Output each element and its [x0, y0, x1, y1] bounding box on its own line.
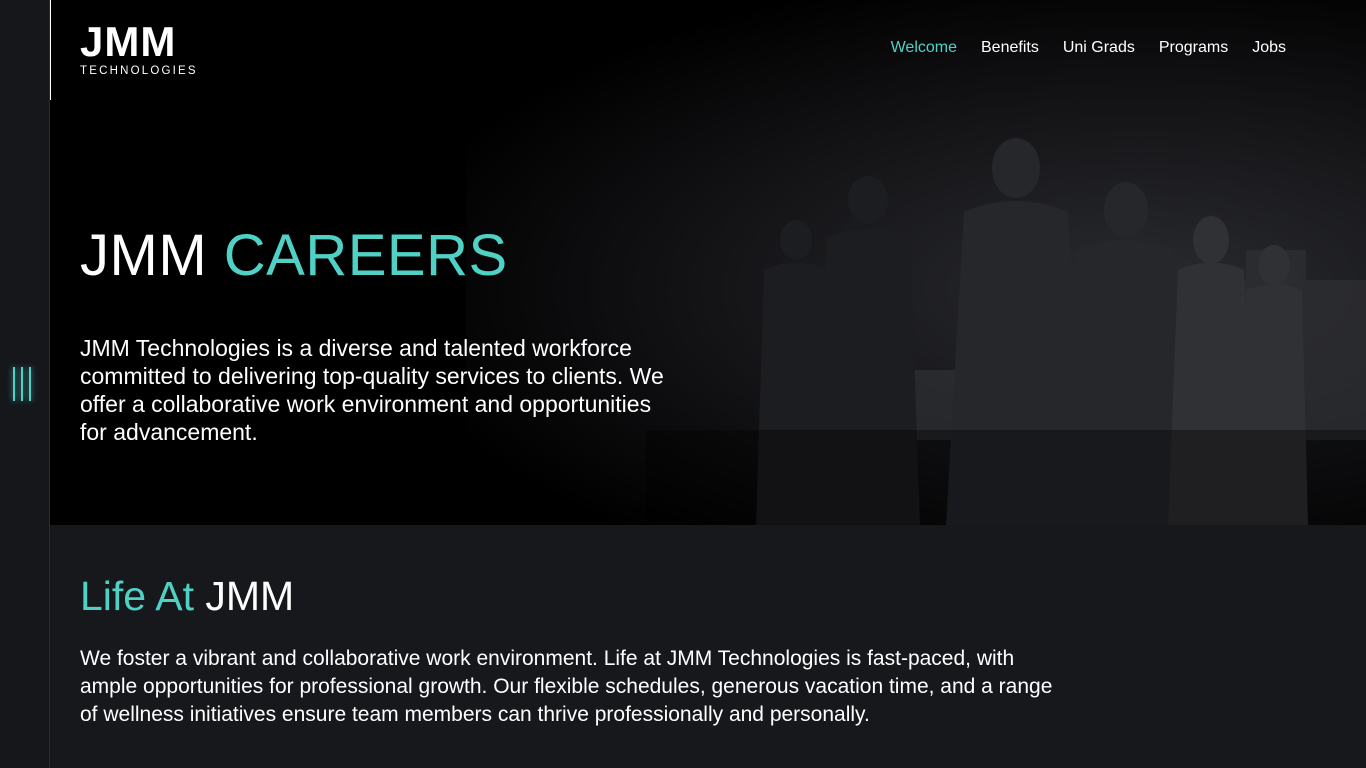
- menu-bar-line: [29, 367, 31, 401]
- hero-title-plain: JMM: [80, 223, 208, 288]
- nav-benefits[interactable]: Benefits: [981, 39, 1039, 57]
- hero-description: JMM Technologies is a diverse and talent…: [80, 335, 664, 445]
- hero-title: JMM CAREERS: [80, 222, 508, 289]
- logo-wordmark: JMM: [80, 18, 177, 65]
- logo-tagline: TECHNOLOGIES: [80, 65, 198, 77]
- life-at-jmm-section: Life At JMM We foster a vibrant and coll…: [50, 525, 1366, 768]
- nav-uni-grads[interactable]: Uni Grads: [1063, 39, 1135, 57]
- life-description: We foster a vibrant and collaborative wo…: [80, 647, 1053, 726]
- life-title-plain: JMM: [205, 573, 295, 619]
- life-title-accent: Life At: [80, 573, 194, 619]
- header-divider: [50, 0, 51, 100]
- team-silhouette-image: [646, 138, 1366, 525]
- jmm-logo[interactable]: JMM TECHNOLOGIES: [80, 18, 198, 78]
- hero-title-accent: CAREERS: [223, 223, 508, 288]
- life-title: Life At JMM: [80, 573, 294, 620]
- nav-welcome[interactable]: Welcome: [891, 39, 957, 57]
- menu-bar-line: [13, 367, 15, 401]
- hero-section: JMM TECHNOLOGIES Welcome Benefits Uni Gr…: [50, 0, 1366, 525]
- nav-programs[interactable]: Programs: [1159, 39, 1228, 57]
- menu-bar-line: [21, 367, 23, 401]
- side-rail: [0, 0, 50, 768]
- main-nav: Welcome Benefits Uni Grads Programs Jobs: [891, 39, 1286, 57]
- menu-bars-icon[interactable]: [13, 367, 37, 401]
- nav-jobs[interactable]: Jobs: [1252, 39, 1286, 57]
